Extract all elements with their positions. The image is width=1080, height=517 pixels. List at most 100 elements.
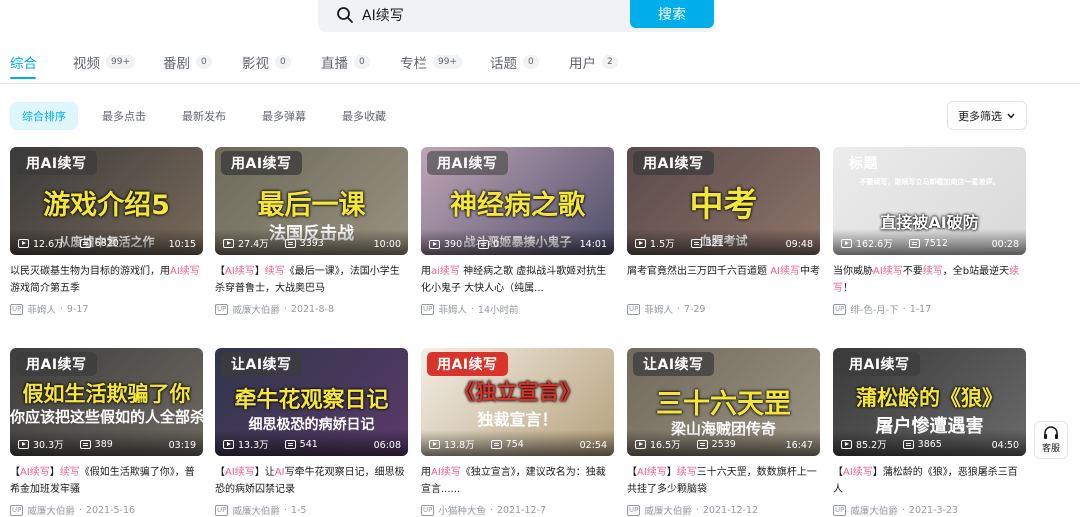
tab-movie[interactable]: 影视 0 [242,50,291,74]
video-card[interactable]: 用AI续写 法国反击战 最后一课 27.4万 3393 10:00 【AI续写】… [215,147,408,316]
video-title[interactable]: 【AI续写】蒲松龄的《狼》，恶狼屠杀三百人 [833,464,1026,498]
more-filter-button[interactable]: 更多筛选 [947,101,1027,130]
sort-comprehensive[interactable]: 综合排序 [10,102,78,130]
danmaku-icon [79,439,91,449]
customer-service-button[interactable]: 客服 [1034,421,1068,459]
author-name[interactable]: 小猫种大鱼 [438,503,486,517]
video-card[interactable]: 让AI续写 细思极恐的病娇日记 牵牛花观察日记 13.3万 541 06:08 … [215,348,408,517]
search-icon[interactable] [336,6,354,24]
play-count-icon [223,439,234,449]
video-thumbnail[interactable]: 用AI续写 战斗恶姬暴揍小鬼子 神经病之歌 390 0 14:01 [421,147,614,255]
video-title[interactable]: 以民灭碳基生物为目标的游戏们，用AI续写游戏简介第五季 [10,263,203,297]
video-thumbnail[interactable]: 标题 不要续写，敢续写立马卸载加商店一星差评。 直接被AI破防 162.6万 7… [833,147,1026,255]
title-text: AI续写 [170,266,200,277]
video-card[interactable]: 用AI续写 血腥考试 中考 1.5万 321 09:48 屑考官竟然出三万四千六… [627,147,820,316]
title-text: 续写 [676,467,697,478]
video-meta: UP 威廉大伯爵 · 2021-5-16 [10,503,203,517]
danmaku-icon [490,439,502,449]
title-text: ai续写 [431,266,460,277]
publish-date: 9-17 [66,303,89,315]
author-name[interactable]: 威廉大伯爵 [644,503,692,517]
play-count-icon [429,240,440,249]
video-thumbnail[interactable]: 用AI续写 从废墟中复活之作 游戏介绍5 12.6万 6820 10:15 [10,147,203,255]
author-name[interactable]: 菲姆人 [27,302,56,316]
danmaku-icon [478,240,490,249]
play-count: 13.3万 [238,440,269,451]
video-card[interactable]: 用AI续写 战斗恶姬暴揍小鬼子 神经病之歌 390 0 14:01 用ai续写 … [421,147,614,316]
video-card[interactable]: 标题 不要续写，敢续写立马卸载加商店一星差评。 直接被AI破防 162.6万 7… [833,147,1026,316]
tab-video[interactable]: 视频 99+ [73,50,135,74]
sort-most-danmaku[interactable]: 最多弹幕 [250,102,318,130]
tab-label: 影视 [242,56,269,72]
video-duration: 04:50 [991,440,1019,451]
author-name[interactable]: 绯-色-月-下 [850,302,898,316]
up-icon: UP [215,504,229,516]
video-card[interactable]: 用AI续写 你应该把这些假如的人全部杀掉 假如生活欺骗了你 30.3万 389 … [10,348,203,517]
title-text: ！ [843,283,853,294]
video-thumbnail[interactable]: 让AI续写 细思极恐的病娇日记 牵牛花观察日记 13.3万 541 06:08 [215,348,408,456]
play-count: 85.2万 [856,440,887,451]
title-text: AI续写 [637,467,667,478]
video-meta: UP 小猫种大鱼 · 2021-12-7 [421,503,614,517]
title-text: 【 [833,467,843,478]
search-input[interactable] [362,2,622,28]
video-card[interactable]: 让AI续写 梁山海贼团传奇 三十六天罡 16.5万 2539 16:47 【AI… [627,348,820,517]
tab-topic[interactable]: 话题 0 [490,50,539,74]
video-title[interactable]: 【AI续写】续写《最后一课》，法国小学生杀穿普鲁士，大战奥巴马 [215,263,408,297]
video-card[interactable]: 用AI续写 从废墟中复活之作 游戏介绍5 12.6万 6820 10:15 以民… [10,147,203,316]
video-title[interactable]: 【AI续写】让AI写牵牛花观察日记，细思极恐的病娇囚禁记录 [215,464,408,498]
sort-most-clicks[interactable]: 最多点击 [90,102,158,130]
cover-title: 游戏介绍5 [43,190,170,221]
cover-title: 神经病之歌 [450,190,585,221]
video-stats: 1.5万 321 [635,236,724,250]
divider [0,83,1080,84]
author-name[interactable]: 菲姆人 [644,302,673,316]
video-title[interactable]: 用AI续写《独立宣言》，建议改名为：独裁宣言...... [421,464,614,498]
sort-most-favorites[interactable]: 最多收藏 [330,102,398,130]
video-title[interactable]: 当你威胁AI续写不要续写，全b站最逆天续写！ [833,263,1026,297]
tab-user[interactable]: 用户 2 [569,50,618,74]
tab-count: 2 [602,55,618,69]
cover-title: 牵牛花观察日记 [234,388,389,413]
video-thumbnail[interactable]: 用AI续写 血腥考试 中考 1.5万 321 09:48 [627,147,820,255]
tab-live[interactable]: 直播 0 [321,50,370,74]
danmaku-count: 7512 [923,237,948,249]
cover-badge: 让AI续写 [221,352,302,376]
video-thumbnail[interactable]: 用AI续写 法国反击战 最后一课 27.4万 3393 10:00 [215,147,408,255]
publish-date: 7-29 [683,303,706,315]
danmaku-count: 389 [94,438,113,450]
video-meta: UP 威廉大伯爵 · 2021-8-8 [215,302,408,316]
title-text: 【 [215,266,225,277]
video-thumbnail[interactable]: 让AI续写 梁山海贼团传奇 三十六天罡 16.5万 2539 16:47 [627,348,820,456]
active-tab-indicator [10,77,36,79]
sort-newest[interactable]: 最新发布 [170,102,238,130]
cover-badge: 用AI续写 [633,151,714,175]
title-text: AI [274,467,285,478]
tab-article[interactable]: 专栏 99+ [400,50,462,74]
video-title[interactable]: 【AI续写】续写三十六天罡，数数旗杆上一共挂了多少颗脑袋 [627,464,820,498]
video-card[interactable]: 用AI续写 独裁宣言！ 《独立宣言》 13.8万 754 02:54 用AI续写… [421,348,614,517]
search-button[interactable]: 搜索 [630,0,714,28]
author-name[interactable]: 威廉大伯爵 [232,503,280,517]
danmaku-icon [696,439,708,449]
danmaku-count: 0 [493,239,500,250]
danmaku-icon [79,238,91,248]
author-name[interactable]: 菲姆人 [438,302,467,316]
video-meta: UP 威廉大伯爵 · 2021-12-12 [627,503,820,517]
video-title[interactable]: 屑考官竟然出三万四千六百道题 AI续写中考 [627,263,820,297]
video-thumbnail[interactable]: 用AI续写 屠户惨遭遇害 蒲松龄的《狼》 85.2万 3865 04:50 [833,348,1026,456]
title-text: AI续写 [873,266,903,277]
video-thumbnail[interactable]: 用AI续写 独裁宣言！ 《独立宣言》 13.8万 754 02:54 [421,348,614,456]
video-card[interactable]: 用AI续写 屠户惨遭遇害 蒲松龄的《狼》 85.2万 3865 04:50 【A… [833,348,1026,517]
author-name[interactable]: 威廉大伯爵 [850,503,898,517]
tab-bangumi[interactable]: 番剧 0 [163,50,212,74]
danmaku-count: 6820 [94,237,119,249]
video-title[interactable]: 【AI续写】续写《假如生活欺骗了你》，普希金加班发牢骚 [10,464,203,498]
video-thumbnail[interactable]: 用AI续写 你应该把这些假如的人全部杀掉 假如生活欺骗了你 30.3万 389 … [10,348,203,456]
author-name[interactable]: 威廉大伯爵 [27,503,75,517]
author-name[interactable]: 威廉大伯爵 [232,302,280,316]
danmaku-count: 2539 [711,438,736,450]
tab-all[interactable]: 综合 [10,50,37,74]
video-meta: UP 菲姆人 · 14小时前 [421,302,614,316]
video-title[interactable]: 用ai续写 神经病之歌 虚拟战斗歌姬对抗生化小鬼子 大快人心（纯属... [421,263,614,297]
